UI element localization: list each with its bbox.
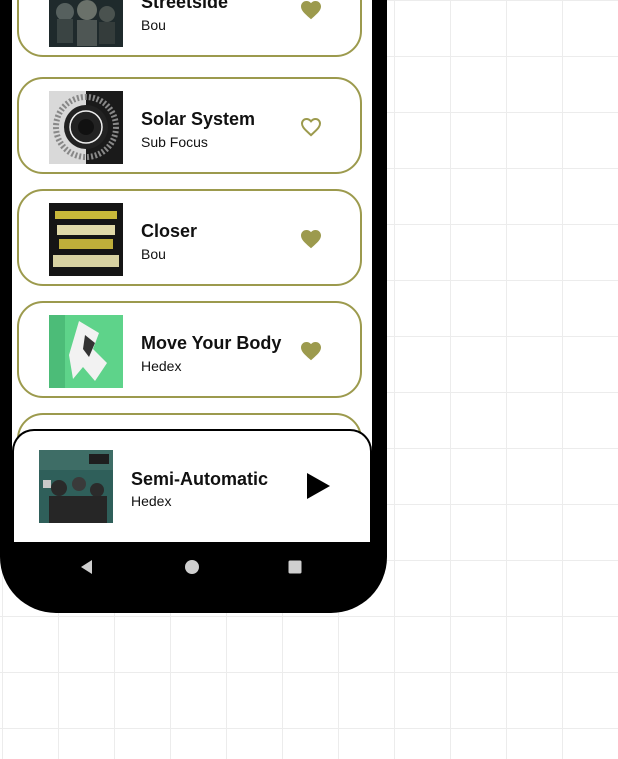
album-art-image: [49, 0, 123, 47]
now-playing-title: Semi-Automatic: [131, 469, 269, 489]
song-card[interactable]: Closer Bou: [17, 189, 362, 286]
app-screen: Streetside Bou Solar System Sub Focus Cl…: [12, 0, 372, 542]
heart-filled-icon[interactable]: [299, 339, 323, 363]
song-title: Solar System: [141, 109, 256, 129]
album-art-image: [49, 91, 123, 164]
now-playing-album-art: [39, 450, 113, 523]
song-card[interactable]: Solar System Sub Focus: [17, 77, 362, 174]
album-art-solar-system: [49, 91, 123, 164]
album-art-image: [49, 315, 123, 388]
heart-filled-icon[interactable]: [299, 227, 323, 251]
album-art-image: [39, 450, 113, 523]
home-circle-icon[interactable]: [184, 559, 200, 575]
song-artist: Bou: [141, 246, 166, 262]
recents-square-icon[interactable]: [287, 559, 303, 575]
song-artist: Bou: [141, 17, 166, 33]
play-icon[interactable]: [304, 471, 332, 501]
album-art-move-your-body: [49, 315, 123, 388]
back-triangle-icon[interactable]: [79, 559, 95, 575]
song-title: Move Your Body: [141, 333, 282, 353]
song-title: Closer: [141, 221, 198, 241]
album-art-closer: [49, 203, 123, 276]
song-card[interactable]: Move Your Body Hedex: [17, 301, 362, 398]
now-playing-artist: Hedex: [131, 493, 172, 509]
heart-filled-icon[interactable]: [299, 0, 323, 22]
song-artist: Hedex: [141, 358, 182, 374]
album-art-image: [49, 203, 123, 276]
song-artist: Sub Focus: [141, 134, 208, 150]
now-playing-bar[interactable]: Semi-Automatic Hedex: [12, 429, 372, 542]
system-nav-bar: [12, 542, 372, 592]
song-title: Streetside: [141, 0, 229, 12]
heart-outline-icon[interactable]: [299, 115, 323, 139]
album-art-streetside: [49, 0, 123, 47]
song-card[interactable]: Streetside Bou: [17, 0, 362, 57]
phone-frame: Streetside Bou Solar System Sub Focus Cl…: [0, 0, 387, 613]
